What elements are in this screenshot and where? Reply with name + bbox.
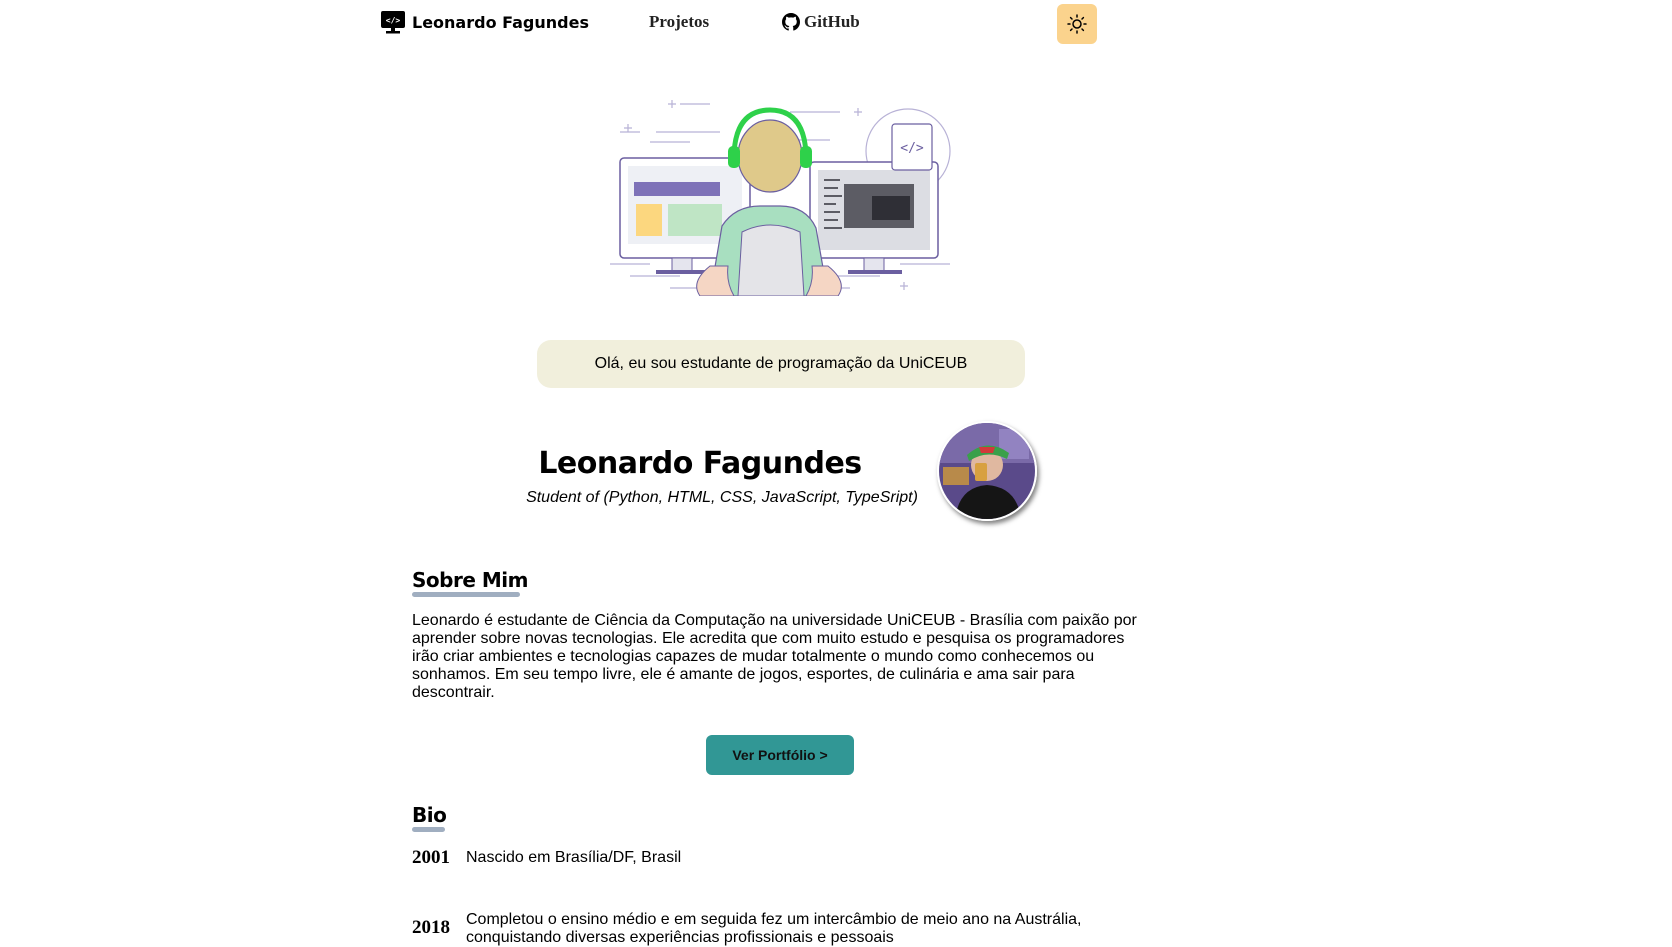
nav-link-github[interactable]: GitHub <box>782 12 860 32</box>
portfolio-button[interactable]: Ver Portfólio > <box>706 735 854 775</box>
bio-heading-underline <box>412 827 445 832</box>
about-paragraph: Leonardo é estudante de Ciência da Compu… <box>412 612 1137 701</box>
sun-icon <box>1067 14 1087 34</box>
nav-link-label: GitHub <box>804 12 860 31</box>
code-monitor-icon: </> <box>381 11 405 34</box>
brand-link[interactable]: </> Leonardo Fagundes <box>380 10 589 35</box>
bio-text: Completou o ensino médio e em seguida fe… <box>466 911 1082 946</box>
svg-text:</>: </> <box>900 141 924 156</box>
greeting-banner: Olá, eu sou estudante de programação da … <box>537 340 1025 388</box>
profile-name: Leonardo Fagundes <box>538 446 862 481</box>
top-navbar: </> Leonardo Fagundes Projetos GitHub <box>0 0 1672 48</box>
theme-toggle-button[interactable] <box>1057 4 1097 44</box>
developer-illustration: </> <box>610 100 951 296</box>
greeting-text: Olá, eu sou estudante de programação da … <box>594 355 968 372</box>
svg-text:</>: </> <box>386 16 401 25</box>
about-heading-underline <box>412 592 520 597</box>
profile-avatar <box>937 421 1037 521</box>
bio-year: 2001 <box>412 847 450 868</box>
bio-heading: Bio <box>412 803 447 827</box>
avatar-photo <box>939 423 1035 519</box>
nav-link-label: Projetos <box>649 12 710 31</box>
profile-role: Student of (Python, HTML, CSS, JavaScrip… <box>526 489 918 506</box>
nav-link-projetos[interactable]: Projetos <box>649 12 709 32</box>
bio-text: Nascido em Brasília/DF, Brasil <box>466 849 682 866</box>
portfolio-button-label: Ver Portfólio > <box>732 747 828 763</box>
github-icon <box>782 13 800 31</box>
bio-year: 2018 <box>412 917 450 938</box>
brand-name: Leonardo Fagundes <box>412 13 589 32</box>
about-heading: Sobre Mim <box>412 568 528 592</box>
